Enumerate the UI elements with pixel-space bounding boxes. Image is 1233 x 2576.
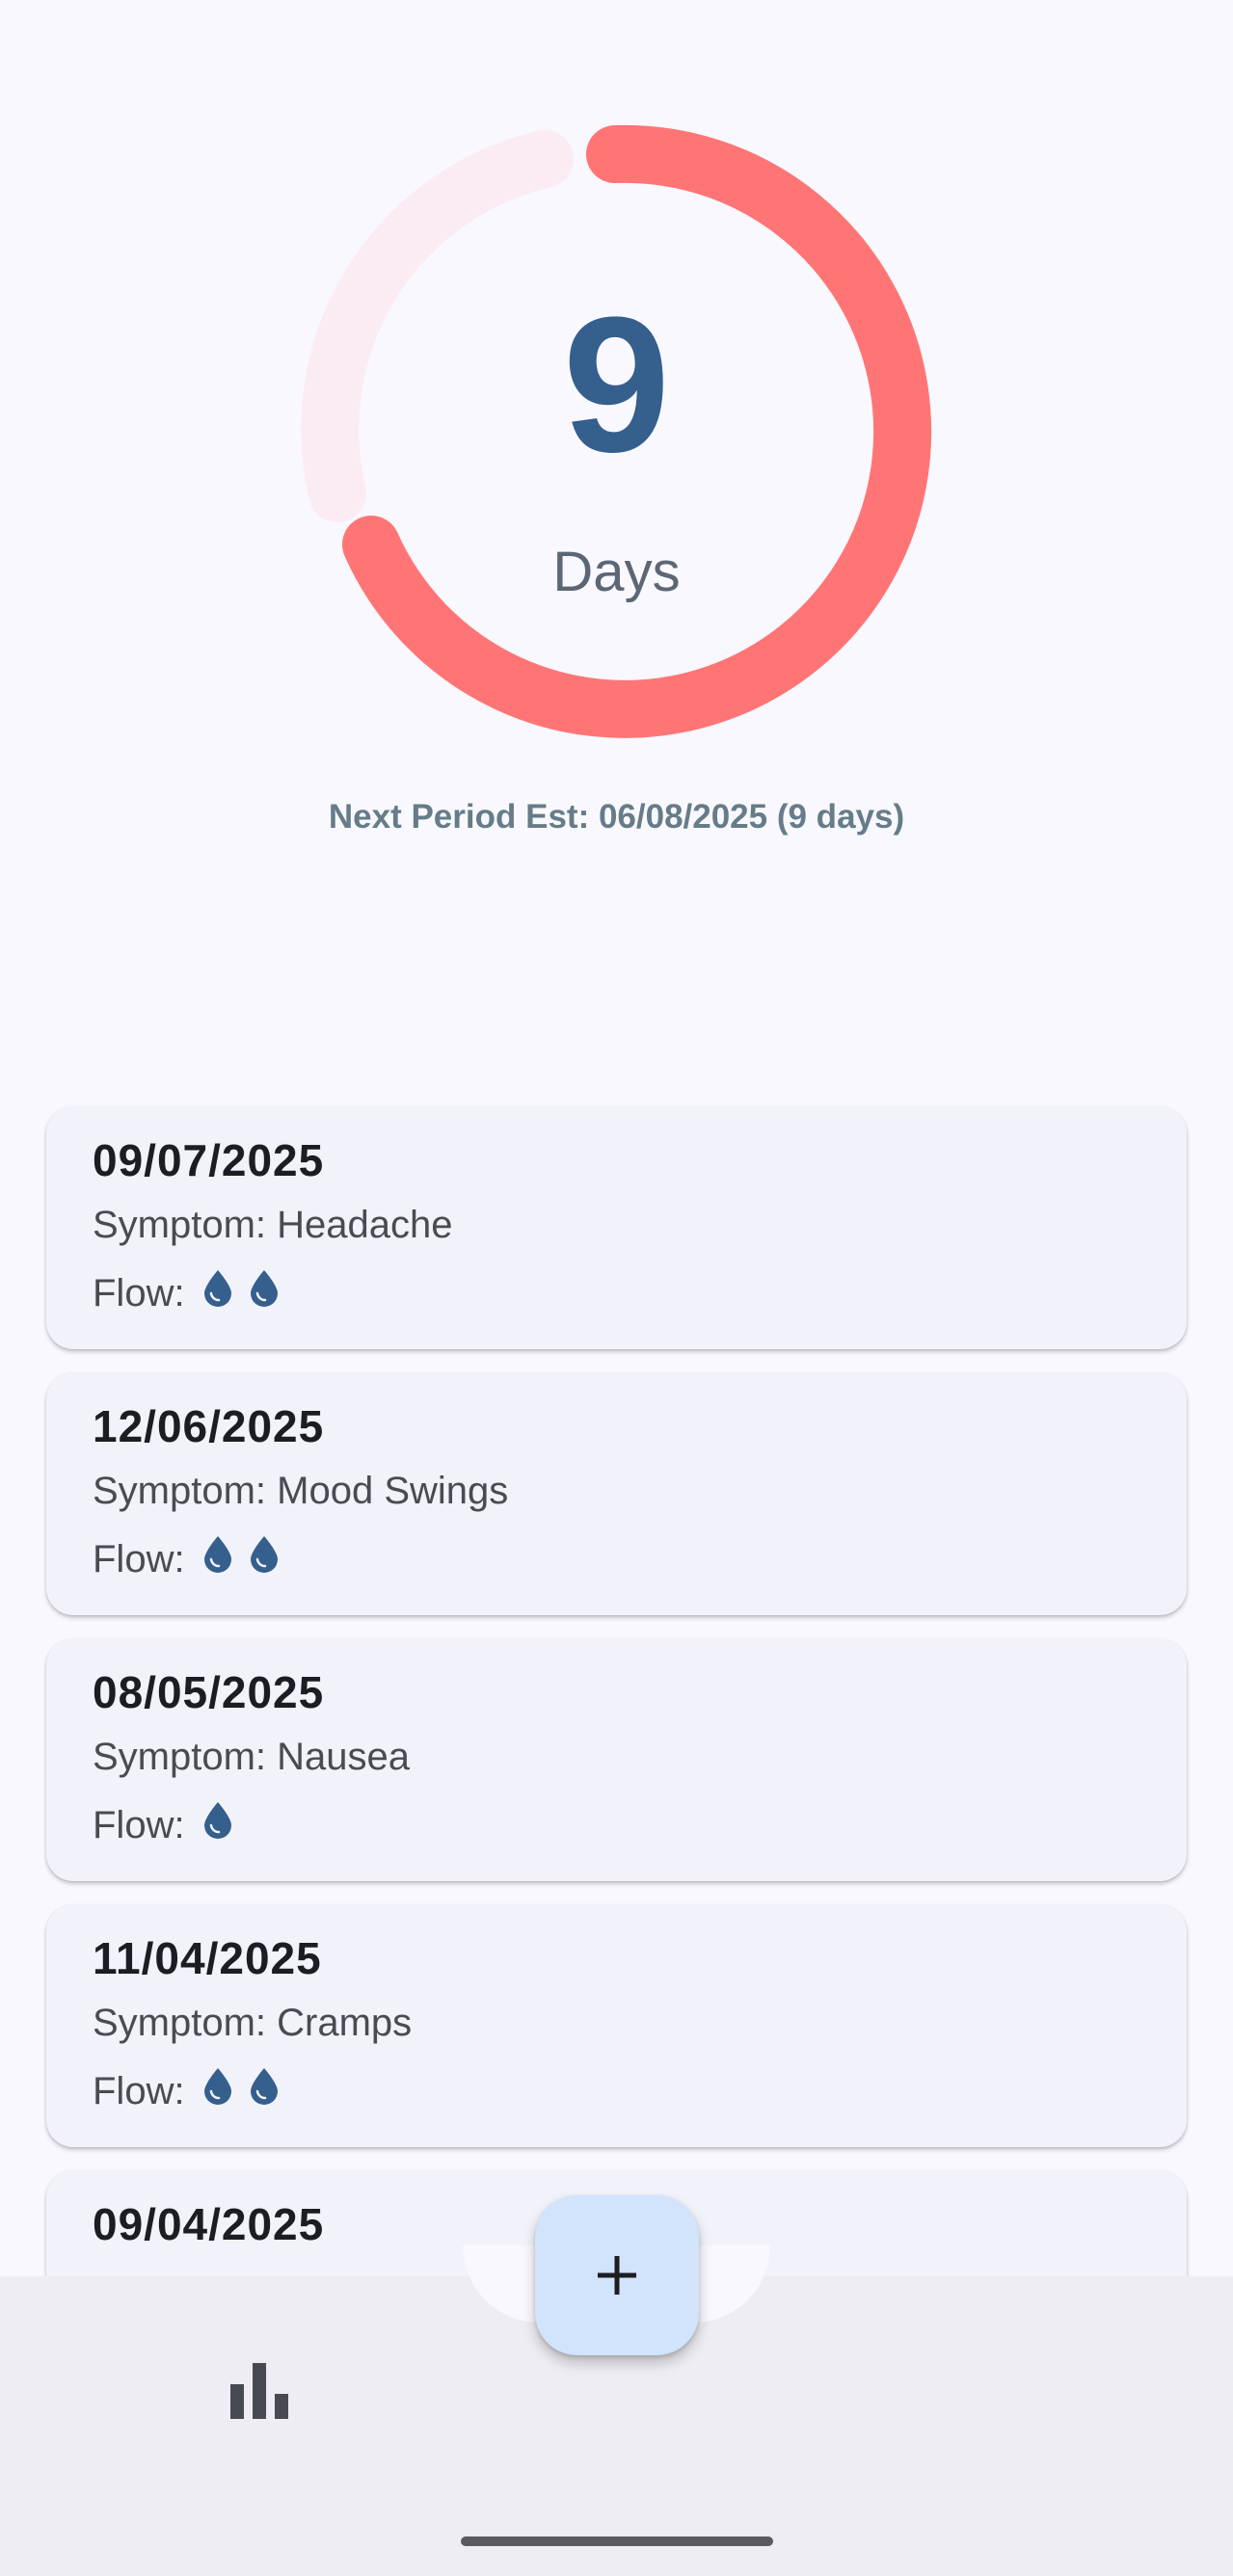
flow-drops: [201, 1534, 293, 1584]
flow-label: Flow:: [93, 1272, 185, 1315]
entry-flow: Flow:: [93, 1268, 1140, 1318]
drop-icon: [201, 1534, 235, 1573]
drop-icon: [247, 1268, 281, 1307]
entry-date: 11/04/2025: [93, 1933, 322, 1983]
entry-flow: Flow:: [93, 1534, 1140, 1584]
entry-date: 09/07/2025: [93, 1135, 325, 1185]
drop-icon: [201, 2066, 235, 2105]
add-entry-button[interactable]: [535, 2195, 699, 2355]
flow-label: Flow:: [93, 1804, 185, 1846]
entry-symptom: Symptom: Cramps: [93, 2002, 413, 2044]
stats-nav-button[interactable]: [228, 2361, 290, 2419]
entry-card[interactable]: 12/06/2025 Symptom: Mood Swings Flow:: [46, 1372, 1187, 1615]
flow-label: Flow:: [93, 2070, 185, 2112]
next-period-estimate: Next Period Est: 06/08/2025 (9 days): [328, 798, 905, 836]
entry-date: 12/06/2025: [93, 1401, 325, 1451]
flow-drops: [201, 1800, 247, 1850]
entry-symptom: Symptom: Mood Swings: [93, 1470, 509, 1512]
days-remaining-number: 9: [562, 278, 671, 492]
entry-flow: Flow:: [93, 2066, 1140, 2116]
entry-date: 08/05/2025: [93, 1667, 325, 1717]
flow-label: Flow:: [93, 1538, 185, 1580]
drop-icon: [201, 1800, 235, 1839]
plus-icon: [598, 2256, 636, 2295]
flow-drops: [201, 2066, 293, 2116]
cycle-progress-ring: 9 Days: [0, 0, 1233, 771]
days-label: Days: [552, 541, 681, 603]
home-indicator: [461, 2536, 773, 2546]
drop-icon: [247, 1534, 281, 1573]
drop-icon: [247, 2066, 281, 2105]
entry-card[interactable]: 08/05/2025 Symptom: Nausea Flow:: [46, 1638, 1187, 1881]
drop-icon: [201, 1268, 235, 1307]
bar-chart-icon: [230, 2363, 288, 2419]
flow-drops: [201, 1268, 293, 1318]
entry-symptom: Symptom: Headache: [93, 1204, 453, 1246]
entry-card[interactable]: 09/07/2025 Symptom: Headache Flow:: [46, 1106, 1187, 1349]
entry-card[interactable]: 11/04/2025 Symptom: Cramps Flow:: [46, 1904, 1187, 2147]
entry-flow: Flow:: [93, 1800, 1140, 1850]
entry-symptom: Symptom: Nausea: [93, 1736, 411, 1778]
